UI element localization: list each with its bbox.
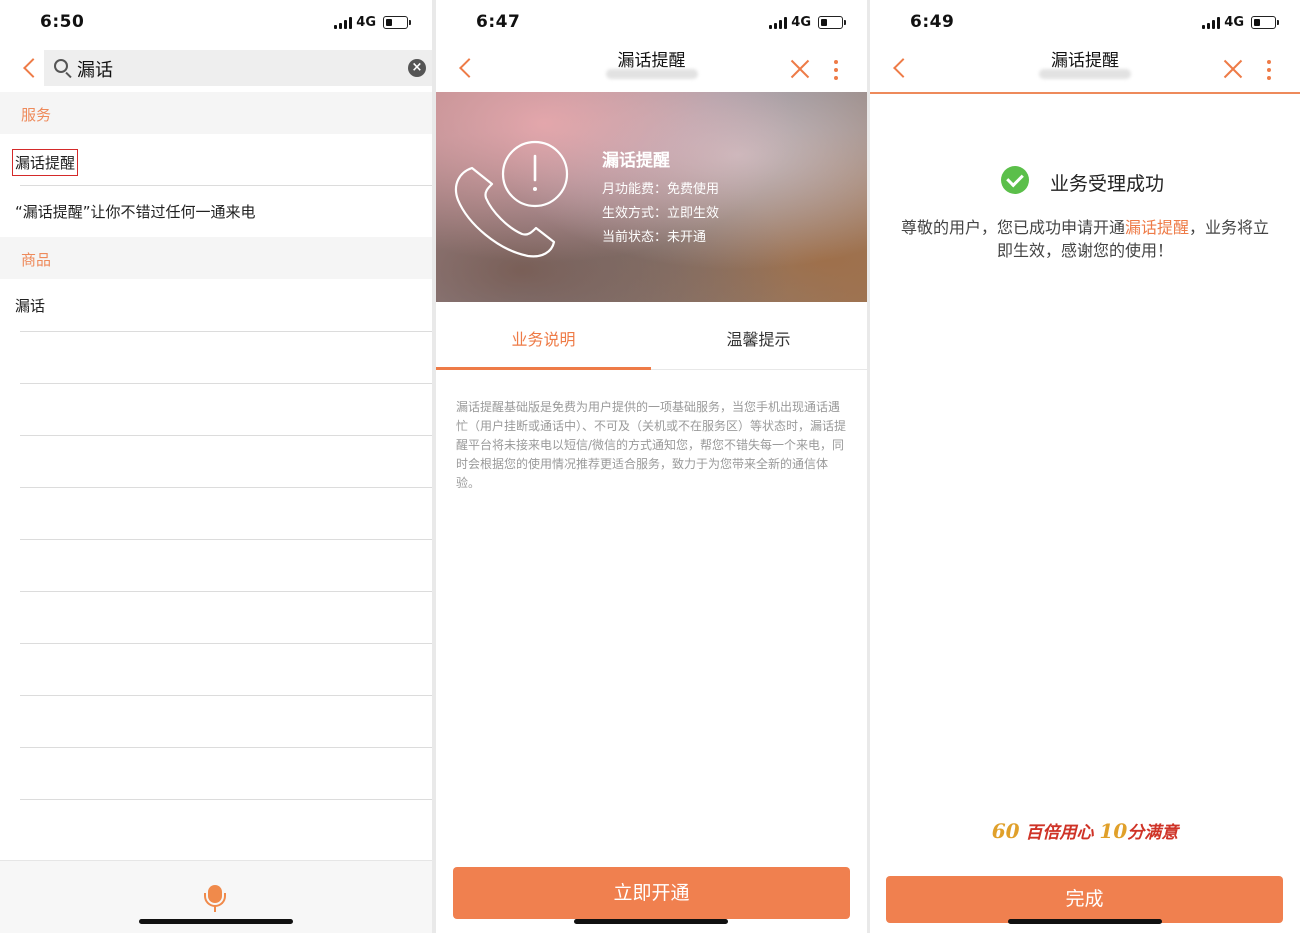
home-indicator: [139, 919, 293, 924]
more-icon[interactable]: [1267, 60, 1271, 84]
tab-bar: 业务说明 温馨提示: [436, 318, 867, 370]
signal-icon: [769, 17, 787, 29]
divider: [20, 539, 432, 540]
battery-icon: [818, 16, 846, 29]
signal-icon: [334, 17, 352, 29]
search-screen: 6:50 4G 漏话 × 服务 漏话提醒 “漏话提醒”让你不错过任何一通来电 商…: [0, 0, 432, 933]
search-query: 漏话: [77, 60, 113, 81]
status-bar: 6:47 4G: [436, 0, 867, 46]
nav-header: 漏话提醒: [436, 46, 867, 92]
close-icon[interactable]: [790, 59, 810, 79]
brand-slogan: 60 百倍用心 10分满意: [870, 818, 1300, 843]
divider: [20, 591, 432, 592]
list-item[interactable]: 漏话: [0, 279, 432, 331]
header-divider: [870, 92, 1300, 94]
battery-icon: [1251, 16, 1279, 29]
network-label: 4G: [1224, 15, 1244, 30]
done-button[interactable]: 完成: [886, 876, 1283, 923]
battery-icon: [383, 16, 411, 29]
status-bar: 6:50 4G: [0, 0, 432, 46]
divider: [20, 331, 432, 332]
status-time: 6:47: [476, 12, 521, 32]
slogan-text: 分满意: [1127, 823, 1179, 843]
success-title: 业务受理成功: [1050, 173, 1165, 195]
network-label: 4G: [356, 15, 376, 30]
search-input[interactable]: 漏话 ×: [44, 50, 432, 86]
divider: [20, 747, 432, 748]
result-service-description: “漏话提醒”让你不错过任何一通来电: [15, 203, 256, 221]
section-title: 商品: [21, 251, 52, 269]
nav-header: 漏话提醒: [870, 46, 1300, 92]
success-check-icon: [1001, 166, 1029, 194]
divider: [20, 643, 432, 644]
divider: [20, 383, 432, 384]
service-detail-screen: 6:47 4G 漏话提醒 漏话提醒 月功能费：免费使用 生效方式：立即生效 当前…: [436, 0, 867, 933]
more-icon[interactable]: [834, 60, 838, 84]
message-text: 尊敬的用户，您已成功申请开通: [900, 218, 1125, 237]
service-description-text: 漏话提醒基础版是免费为用户提供的一项基础服务，当您手机出现通话遇忙（用户挂断或通…: [456, 400, 847, 490]
activation-mode-line: 生效方式：立即生效: [602, 206, 720, 221]
result-highlighted-service: 漏话提醒: [12, 149, 79, 176]
tab-tips[interactable]: 温馨提示: [651, 318, 866, 370]
slogan-mark: 60: [991, 819, 1020, 843]
microphone-icon-stem: [214, 906, 216, 912]
monthly-fee-line: 月功能费：免费使用: [602, 182, 720, 197]
service-banner: 漏话提醒 月功能费：免费使用 生效方式：立即生效 当前状态：未开通: [436, 92, 867, 302]
home-indicator: [1008, 919, 1162, 924]
signal-icon: [1202, 17, 1220, 29]
divider: [20, 799, 432, 800]
section-header-services: 服务: [0, 92, 432, 134]
message-service-link: 漏话提醒: [1124, 218, 1189, 237]
divider: [20, 695, 432, 696]
result-product: 漏话: [15, 297, 46, 315]
blurred-phone-number: [1039, 69, 1131, 79]
list-item[interactable]: 漏话提醒: [0, 133, 432, 185]
close-icon[interactable]: [1223, 59, 1243, 79]
current-status-line: 当前状态：未开通: [602, 230, 707, 245]
activate-now-button[interactable]: 立即开通: [453, 867, 850, 919]
list-item[interactable]: “漏话提醒”让你不错过任何一通来电: [0, 185, 432, 237]
network-label: 4G: [791, 15, 811, 30]
status-time: 6:50: [40, 12, 85, 32]
status-bar: 6:49 4G: [870, 0, 1300, 46]
missed-call-phone-icon: [454, 140, 569, 258]
section-header-products: 商品: [0, 237, 432, 279]
slogan-text: 百倍用心: [1025, 823, 1094, 843]
blurred-phone-number: [605, 69, 698, 79]
back-arrow-icon[interactable]: [23, 58, 43, 78]
search-icon: [54, 59, 68, 73]
banner-title: 漏话提醒: [602, 151, 670, 171]
section-title: 服务: [21, 106, 52, 124]
home-indicator: [574, 919, 728, 924]
divider: [20, 435, 432, 436]
clear-icon[interactable]: ×: [408, 59, 426, 77]
slogan-number: 10: [1099, 819, 1128, 843]
status-time: 6:49: [910, 12, 955, 32]
success-message: 尊敬的用户，您已成功申请开通漏话提醒，业务将立即生效，感谢您的使用！: [900, 216, 1270, 262]
divider: [20, 487, 432, 488]
tab-service-description[interactable]: 业务说明: [436, 318, 651, 370]
success-screen: 6:49 4G 漏话提醒 业务受理成功 尊敬的用户，您已成功申请开通漏话提醒，业…: [870, 0, 1300, 933]
